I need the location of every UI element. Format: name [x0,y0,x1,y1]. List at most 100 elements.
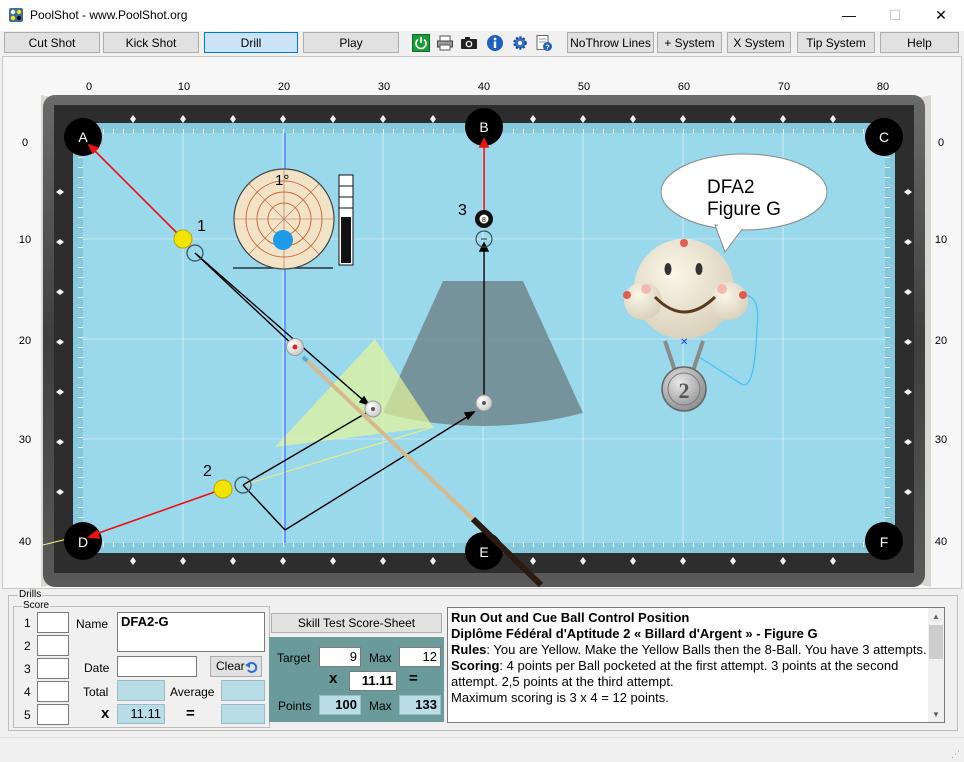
x-system-button[interactable]: X System [727,32,791,53]
minimize-button[interactable]: — [826,0,872,31]
rail-tick [673,129,674,134]
rail-tick [833,542,834,547]
rail-tick [303,542,304,547]
rail-tick [233,542,234,547]
rail-tick [403,542,404,547]
rail-tick [433,542,434,547]
rail-tick [153,129,154,134]
tip-selector[interactable]: 1° [233,168,335,270]
x-axis-label: 20 [278,81,290,93]
settings-icon[interactable] [511,34,529,52]
rail-tick [133,129,134,134]
tip-system-button[interactable]: Tip System [797,32,875,53]
target-field[interactable]: 9 [319,647,361,667]
name-label: Name [76,617,109,631]
cut-shot-button[interactable]: Cut Shot [4,32,100,53]
power-icon[interactable] [412,34,430,52]
rail-tick [453,542,454,547]
rail-tick [403,129,404,134]
toolbar: Cut Shot Kick Shot Drill Play ? NoThrow … [0,31,964,56]
rail-tick [393,542,394,547]
pool-table-canvas[interactable]: 0 10 20 30 40 50 60 70 80 0 10 20 30 40 … [2,56,962,589]
play-button[interactable]: Play [303,32,399,53]
rail-tick [153,542,154,547]
info-icon[interactable] [486,34,504,52]
rail-tick [813,542,814,547]
rail-tick [663,129,664,134]
rail-tick [163,129,164,134]
status-bar: ⋰ [0,737,964,762]
camera-icon[interactable] [460,34,478,52]
no-throw-lines-button[interactable]: NoThrow Lines [567,32,654,53]
rail-tick [885,227,890,228]
help-button[interactable]: Help [880,32,959,53]
skill-test-score-sheet-button[interactable]: Skill Test Score-Sheet [271,613,442,633]
rail-tick [703,129,704,134]
plus-system-button[interactable]: + System [657,32,722,53]
rail-tick [78,497,83,498]
close-button[interactable]: ✕ [918,0,964,31]
date-field[interactable] [117,656,197,677]
rail-tick [383,129,384,134]
rail-tick [773,542,774,547]
rail-tick [78,407,83,408]
rail-tick [353,542,354,547]
power-meter[interactable] [338,174,354,266]
rail-tick [885,197,890,198]
score-input-2[interactable] [37,635,69,656]
rail-tick [143,129,144,134]
tip-position-marker[interactable] [273,230,293,250]
rail-tick [263,542,264,547]
rail-tick [263,129,264,134]
score-input-1[interactable] [37,612,69,633]
pocket-label: A [78,129,88,145]
rail-tick [885,487,890,488]
name-field[interactable]: DFA2-G [117,612,265,652]
rail-tick [885,177,890,178]
multiply-symbol: x [329,670,338,687]
score-input-3[interactable] [37,658,69,679]
score-input-4[interactable] [37,681,69,702]
maximize-button[interactable]: ☐ [872,0,918,31]
rail-tick [193,129,194,134]
y-axis-label: 30 [935,434,947,446]
rail-tick [423,542,424,547]
rail-tick [885,247,890,248]
y-axis-label: 0 [22,137,28,149]
rail-tick [833,129,834,134]
kick-shot-button[interactable]: Kick Shot [103,32,199,53]
rail-tick [763,542,764,547]
rail-tick [78,157,83,158]
rail-tick [683,542,684,547]
drill-button[interactable]: Drill [204,32,298,53]
ball-number-label: 1 [197,218,206,235]
resize-grip-icon[interactable]: ⋰ [951,749,961,759]
scroll-down-icon[interactable]: ▼ [932,710,940,719]
rail-tick [433,129,434,134]
object-ball-1[interactable] [173,229,193,249]
print-icon[interactable] [436,34,454,52]
drill-description[interactable]: Run Out and Cue Ball Control Position Di… [447,607,945,723]
scroll-up-icon[interactable]: ▲ [932,612,940,621]
x-axis-label: 0 [86,81,92,93]
pool-table[interactable]: 0 10 20 30 40 50 60 70 80 0 10 20 30 40 … [3,57,961,588]
score-input-5[interactable] [37,704,69,725]
rail-tick [183,542,184,547]
rail-tick [233,129,234,134]
rail-tick [78,437,83,438]
drill-scoring: Scoring: 4 points per Ball pocketed at t… [451,658,927,690]
object-ball-2[interactable] [213,479,233,499]
rail-tick [573,542,574,547]
rail-tick [513,129,514,134]
help-document-icon[interactable]: ? [535,34,553,52]
clear-button[interactable]: Clear [210,656,262,677]
rail-tick [523,542,524,547]
equals-symbol: = [409,670,418,687]
rail-tick [593,129,594,134]
description-scrollbar[interactable]: ▲ ▼ [928,608,944,722]
score-row-number: 5 [24,708,31,722]
rail-tick [543,129,544,134]
rail-tick [413,542,414,547]
max-field[interactable]: 12 [399,647,441,667]
scrollbar-thumb[interactable] [929,625,943,659]
